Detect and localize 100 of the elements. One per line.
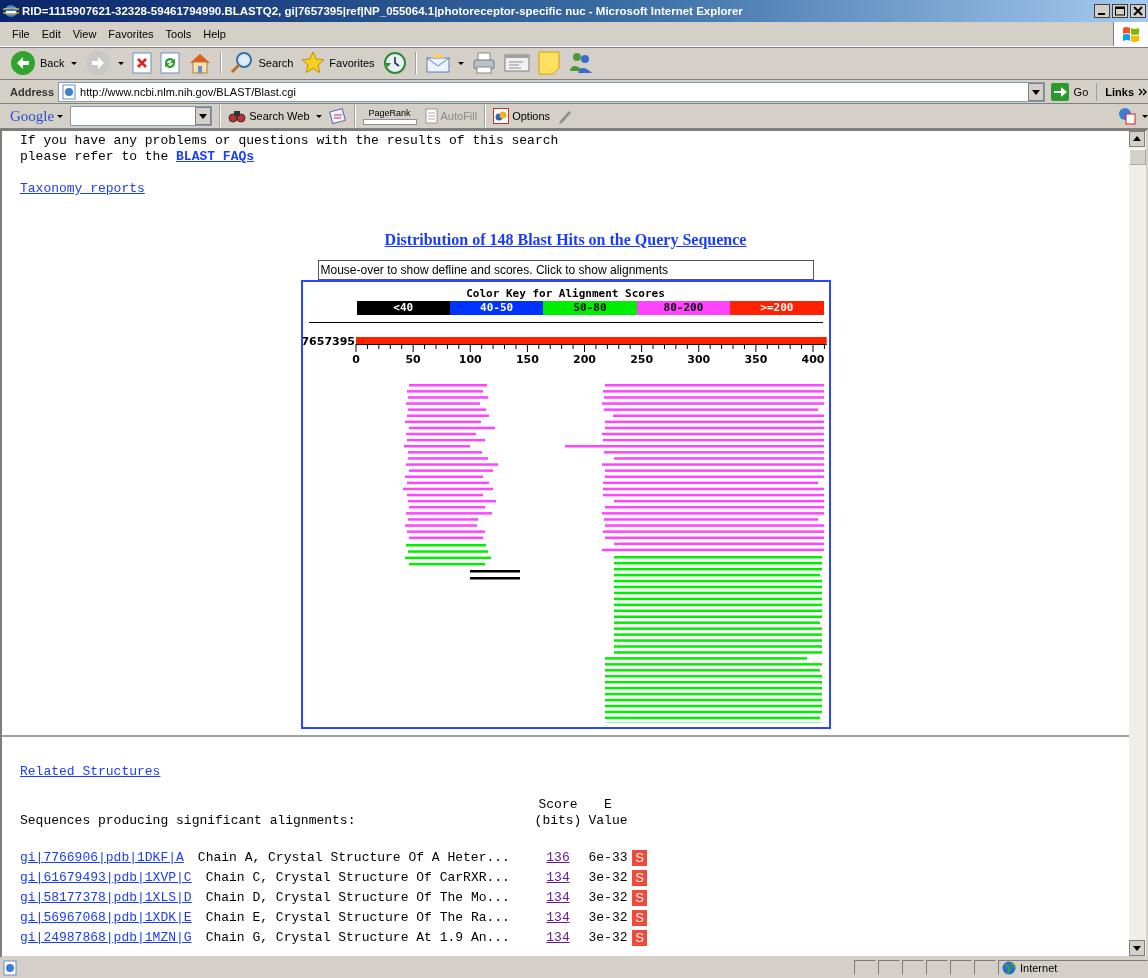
color-key-cell: <40 xyxy=(356,301,450,315)
score-link[interactable]: 134 xyxy=(532,870,584,886)
axis-tick-label: 200 xyxy=(572,353,596,366)
menu-item[interactable]: View xyxy=(66,28,103,40)
page-icon xyxy=(2,959,18,976)
translate-button[interactable] xyxy=(1118,107,1148,125)
window-title: RID=1115907621-32328-59461794990.BLASTQ2, gi|7657395|ref|NP_055064.1|photoreceptor-specific nuc - Microsoft Internet Explorer xyxy=(22,5,744,17)
structure-link-badge[interactable]: S xyxy=(632,930,647,946)
sequence-description: Chain G, Crystal Structure At 1.9 An... xyxy=(205,930,510,946)
links-button[interactable]: Links xyxy=(1101,85,1134,98)
related-structures-link[interactable]: Related Structures xyxy=(20,764,161,780)
color-key-cell: 50-80 xyxy=(543,301,637,315)
score-link[interactable]: 136 xyxy=(532,850,584,866)
globe-document-icon xyxy=(1118,107,1136,125)
sequence-description: Chain A, Crystal Structure Of A Heter... xyxy=(197,850,510,866)
taxonomy-link[interactable]: Taxonomy reports xyxy=(20,181,145,197)
sequence-id-link[interactable]: gi|7766906|pdb|1DKF|A xyxy=(20,850,184,866)
faq-link[interactable]: BLAST FAQs xyxy=(176,149,255,164)
search-button[interactable]: Search xyxy=(230,51,294,75)
close-button[interactable] xyxy=(1130,4,1146,18)
page-icon xyxy=(61,83,78,100)
minimize-button[interactable] xyxy=(1094,4,1110,18)
people-icon[interactable] xyxy=(567,51,594,75)
score-link[interactable]: 134 xyxy=(532,890,584,906)
search-icon xyxy=(230,51,255,75)
structure-link-badge[interactable]: S xyxy=(632,850,647,866)
structure-link-badge[interactable]: S xyxy=(632,870,647,886)
e-value: 6e-33 xyxy=(587,850,629,866)
column-header: Score xyxy=(538,797,578,813)
address-field[interactable]: http://www.ncbi.nlm.nih.gov/BLAST/Blast.cgi xyxy=(58,81,1045,102)
favorites-button[interactable]: Favorites xyxy=(301,51,375,75)
defline-field[interactable]: Mouse-over to show defline and scores. Click to show alignments xyxy=(317,260,814,280)
status-panel xyxy=(974,960,996,975)
sequence-description: Chain C, Crystal Structure Of CarRXR... xyxy=(205,870,510,886)
score-link[interactable]: 134 xyxy=(532,930,584,946)
e-value: 3e-32 xyxy=(587,870,629,886)
sequence-id-link[interactable]: gi|24987868|pdb|1MZN|G xyxy=(20,930,192,946)
color-key-cell: >=200 xyxy=(730,301,824,315)
back-button[interactable]: Back xyxy=(10,50,78,76)
intro-text: If you have any problems or questions with the results of this search please refer to the BLAST FAQs xyxy=(20,133,560,165)
color-key-title: Color Key for Alignment Scores xyxy=(465,287,666,301)
browser-icon xyxy=(3,3,19,19)
printer-icon[interactable] xyxy=(471,52,496,74)
vertical-scrollbar[interactable] xyxy=(1129,131,1146,956)
binoculars-icon xyxy=(228,108,247,124)
status-panel xyxy=(902,960,924,975)
menu-item[interactable]: Edit xyxy=(35,28,67,40)
pagerank-meter: PageRank xyxy=(362,107,417,125)
globe-icon xyxy=(1002,960,1016,975)
scroll-thumb[interactable] xyxy=(1129,149,1146,165)
sequence-id-link[interactable]: gi|58177378|pdb|1XLS|D xyxy=(20,890,192,906)
axis-tick-label: 50 xyxy=(404,353,421,366)
options-button[interactable]: Options xyxy=(493,108,551,124)
column-header: (bits) xyxy=(534,813,582,829)
status-panel xyxy=(854,960,876,975)
envelope-icon xyxy=(424,52,451,74)
google-logo-button[interactable]: Google xyxy=(10,107,64,125)
menu-item[interactable]: Favorites xyxy=(102,28,160,40)
structure-link-badge[interactable]: S xyxy=(632,890,647,906)
history-clock-icon[interactable] xyxy=(382,51,407,75)
query-label: 7657395 xyxy=(302,335,355,348)
stop-icon[interactable] xyxy=(132,52,153,74)
axis-tick-label: 250 xyxy=(629,353,653,366)
column-header: E xyxy=(604,797,612,813)
chevron-icon[interactable] xyxy=(1138,86,1148,97)
axis-tick-label: 300 xyxy=(686,353,710,366)
edit-page-icon[interactable] xyxy=(503,53,530,73)
address-label: Address xyxy=(10,85,55,98)
status-panel xyxy=(926,960,948,975)
maximize-button[interactable] xyxy=(1112,4,1128,18)
sequence-description: Chain E, Crystal Structure Of The Ra... xyxy=(205,910,510,926)
go-button[interactable]: Go xyxy=(1048,82,1098,101)
column-header: Value xyxy=(588,813,628,829)
e-value: 3e-32 xyxy=(587,930,629,946)
news-icon[interactable] xyxy=(328,107,347,125)
refresh-icon[interactable] xyxy=(160,52,181,74)
menu-item[interactable]: Help xyxy=(197,28,232,40)
color-key-cell: 80-200 xyxy=(636,301,731,315)
distribution-title-link[interactable]: Distribution of 148 Blast Hits on the Query Sequence xyxy=(384,231,747,249)
e-value: 3e-32 xyxy=(587,890,629,906)
e-value: 3e-32 xyxy=(587,910,629,926)
axis-tick-label: 0 xyxy=(351,353,360,366)
menu-item[interactable]: Tools xyxy=(159,28,198,40)
menu-item[interactable]: File xyxy=(6,28,36,40)
form-icon xyxy=(423,108,438,124)
axis-tick-label: 350 xyxy=(743,353,767,366)
sequence-id-link[interactable]: gi|56967068|pdb|1XDK|E xyxy=(20,910,192,926)
score-link[interactable]: 134 xyxy=(532,910,584,926)
search-web-button[interactable]: Search Web xyxy=(228,108,322,124)
structure-link-badge[interactable]: S xyxy=(632,910,647,926)
status-panel xyxy=(878,960,900,975)
table-heading: Sequences producing significant alignments: xyxy=(20,813,357,829)
mail-button[interactable] xyxy=(424,52,464,74)
sequence-id-link[interactable]: gi|61679493|pdb|1XVP|C xyxy=(20,870,192,886)
options-icon xyxy=(493,108,510,124)
security-zone: Internet xyxy=(998,960,1148,975)
color-key-cell: 40-50 xyxy=(449,301,544,315)
sequence-description: Chain D, Crystal Structure Of The Mo... xyxy=(205,890,510,906)
star-icon xyxy=(301,51,326,75)
google-search-field[interactable] xyxy=(70,106,213,126)
